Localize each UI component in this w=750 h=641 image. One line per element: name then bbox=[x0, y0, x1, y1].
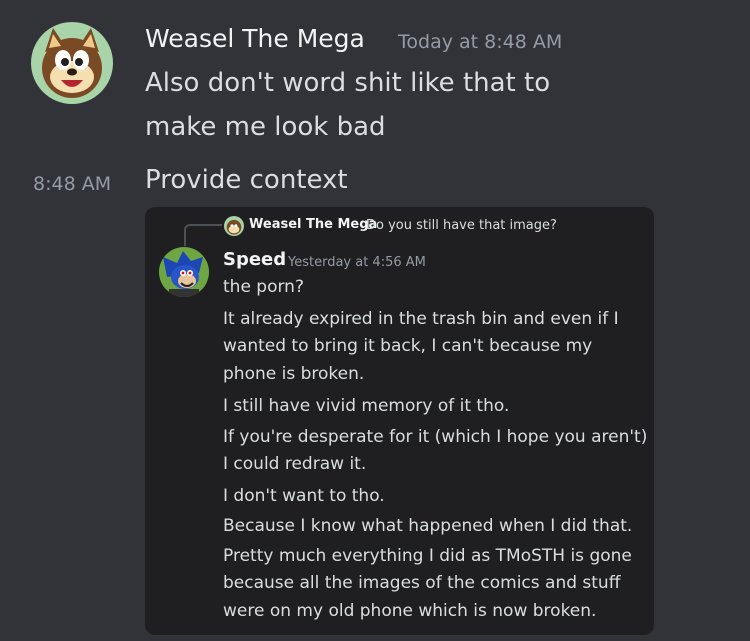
weasel-avatar[interactable] bbox=[31, 22, 113, 104]
image-attachment[interactable]: Weasel The Mega Do you still have that i… bbox=[145, 207, 654, 635]
inner-line-7: I could redraw it. bbox=[223, 454, 367, 474]
inner-line-11: because all the images of the comics and… bbox=[223, 573, 621, 593]
weasel-avatar-icon bbox=[224, 216, 244, 236]
speed-avatar bbox=[159, 247, 209, 297]
inner-line-10: Pretty much everything I did as TMoSTH i… bbox=[223, 546, 632, 566]
reply-spine bbox=[184, 224, 222, 246]
followup-timestamp: 8:48 AM bbox=[33, 173, 112, 195]
inner-line-1: the porn? bbox=[223, 277, 304, 297]
weasel-avatar-icon bbox=[31, 22, 113, 104]
message-line-2: make me look bad bbox=[145, 112, 386, 142]
inner-line-3: wanted to bring it back, I can't because… bbox=[223, 336, 593, 356]
inner-line-12: were on my old phone which is now broken… bbox=[223, 601, 597, 621]
inner-line-4: phone is broken. bbox=[223, 364, 365, 384]
inner-timestamp: Yesterday at 4:56 AM bbox=[288, 255, 426, 270]
followup-text: Provide context bbox=[145, 165, 348, 195]
inner-line-6: If you're desperate for it (which I hope… bbox=[223, 427, 648, 447]
inner-author: Speed bbox=[223, 249, 287, 270]
message-author[interactable]: Weasel The Mega bbox=[145, 24, 365, 53]
inner-line-9: Because I know what happened when I did … bbox=[223, 516, 633, 536]
message-timestamp: Today at 8:48 AM bbox=[398, 31, 563, 53]
reply-author: Weasel The Mega bbox=[249, 217, 378, 232]
inner-line-5: I still have vivid memory of it tho. bbox=[223, 396, 510, 416]
message-line-1: Also don't word shit like that to bbox=[145, 68, 551, 98]
inner-line-2: It already expired in the trash bin and … bbox=[223, 309, 619, 329]
inner-line-8: I don't want to tho. bbox=[223, 486, 385, 506]
reply-text: Do you still have that image? bbox=[366, 218, 557, 233]
reply-avatar bbox=[224, 216, 244, 236]
speed-avatar-icon bbox=[159, 247, 209, 297]
